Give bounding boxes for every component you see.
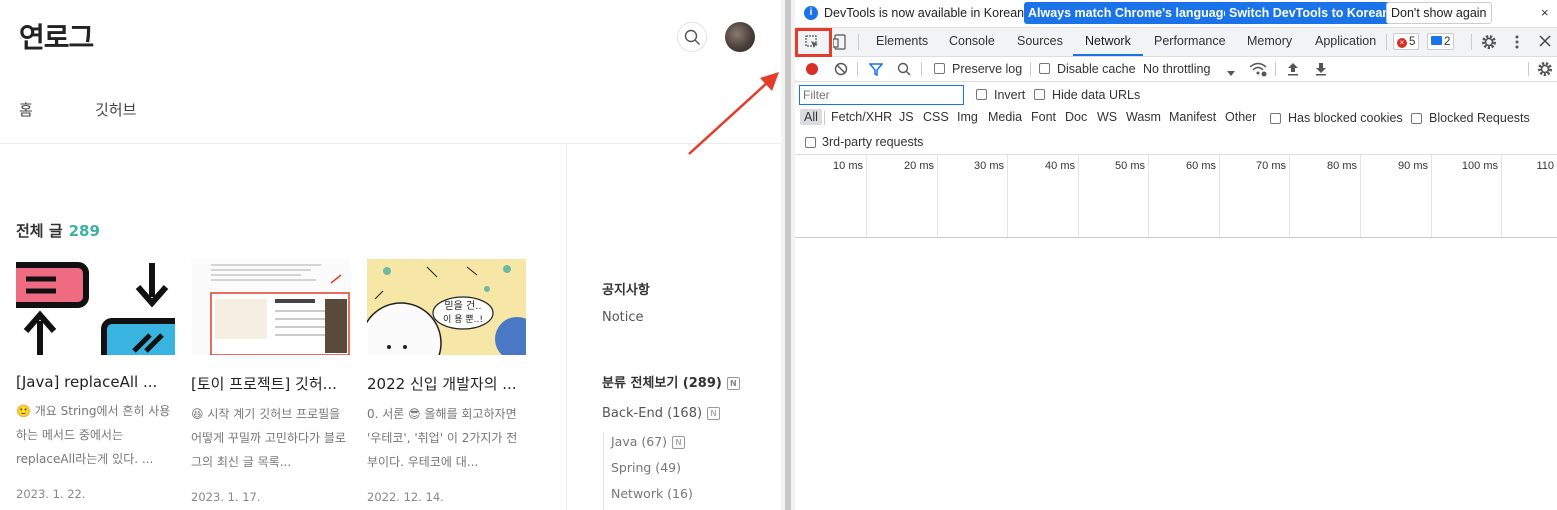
throttling-select[interactable]: No throttling	[1143, 62, 1210, 76]
timeline-tick-label: 20 ms	[904, 160, 934, 172]
devtools-splitter[interactable]	[781, 0, 795, 510]
devtools-tabbar: Elements Console Sources Network Perform…	[795, 28, 1557, 57]
timeline-gridline	[1007, 155, 1008, 237]
preserve-log-label: Preserve log	[952, 62, 1023, 76]
type-filter-ws[interactable]: WS	[1097, 110, 1117, 124]
timeline-gridline	[1289, 155, 1290, 237]
timeline-tick-label: 80 ms	[1327, 160, 1357, 172]
tab-console[interactable]: Console	[949, 34, 995, 48]
type-filter-fetch-xhr[interactable]: Fetch/XHR	[831, 110, 892, 124]
invert-checkbox[interactable]	[976, 89, 987, 100]
type-filter-doc[interactable]: Doc	[1065, 110, 1087, 124]
timeline-tick-label: 70 ms	[1256, 160, 1286, 172]
switch-language-button[interactable]: Switch DevTools to Korean	[1225, 2, 1394, 24]
timeline-tick-label: 10 ms	[833, 160, 863, 172]
dont-show-again-button[interactable]: Don't show again	[1386, 2, 1492, 24]
toolbar-separator	[1386, 34, 1387, 50]
hide-data-urls-label: Hide data URLs	[1052, 88, 1141, 102]
infobar-message: DevTools is now available in Korean!	[824, 6, 1028, 20]
timeline-gridline	[1148, 155, 1149, 237]
toolbar-separator	[1030, 62, 1031, 76]
hide-data-urls-checkbox[interactable]	[1034, 89, 1045, 100]
devtools-panel: i DevTools is now available in Korean! A…	[795, 0, 1557, 510]
timeline-tick-label: 110	[1536, 160, 1554, 172]
type-filter-wasm[interactable]: Wasm	[1126, 110, 1161, 124]
tab-performance[interactable]: Performance	[1154, 34, 1226, 48]
message-icon	[1431, 36, 1442, 45]
filter-bar: Invert Hide data URLs All Fetch/XHR JS C…	[795, 82, 1557, 155]
blog-page: 연로그 홈 깃허브 전체 글 289 [Java] replaceAll ...…	[0, 0, 781, 510]
blocked-cookies-checkbox[interactable]	[1270, 113, 1281, 124]
search-icon[interactable]	[897, 62, 911, 79]
timeline-tick-label: 40 ms	[1045, 160, 1075, 172]
timeline-gridline	[937, 155, 938, 237]
type-filter-js[interactable]: JS	[899, 110, 914, 124]
toolbar-separator	[824, 111, 825, 125]
timeline-gridline	[1078, 155, 1079, 237]
network-conditions-icon[interactable]	[1249, 61, 1267, 80]
tab-elements[interactable]: Elements	[876, 34, 928, 48]
tab-application[interactable]: Application	[1315, 34, 1376, 48]
infobar-close-icon[interactable]: ×	[1541, 5, 1549, 20]
third-party-label: 3rd-party requests	[822, 135, 924, 149]
type-filter-css[interactable]: CSS	[923, 110, 949, 124]
type-filter-manifest[interactable]: Manifest	[1169, 110, 1216, 124]
filter-icon[interactable]	[868, 62, 884, 79]
timeline-gridline	[866, 155, 867, 237]
disable-cache-checkbox[interactable]	[1039, 63, 1050, 74]
timeline-gridline	[1360, 155, 1361, 237]
timeline-tick-label: 30 ms	[974, 160, 1004, 172]
device-toolbar-icon[interactable]	[832, 34, 847, 53]
chevron-down-icon[interactable]	[1227, 66, 1235, 80]
network-overview-timeline[interactable]: 10 ms 20 ms 30 ms 40 ms 50 ms 60 ms 70 m…	[795, 155, 1557, 238]
info-icon: i	[804, 6, 818, 20]
error-icon: ×	[1397, 38, 1407, 48]
timeline-gridline	[1219, 155, 1220, 237]
blocked-requests-checkbox[interactable]	[1411, 113, 1422, 124]
language-infobar: i DevTools is now available in Korean! A…	[795, 0, 1557, 28]
toolbar-separator	[1528, 62, 1529, 76]
close-devtools-icon[interactable]	[1539, 35, 1551, 50]
annotation-arrow	[688, 72, 779, 155]
type-filter-all[interactable]: All	[800, 109, 822, 125]
invert-label: Invert	[994, 88, 1026, 102]
preserve-log-checkbox[interactable]	[934, 63, 945, 74]
clear-icon[interactable]	[834, 62, 848, 79]
toolbar-separator	[857, 62, 858, 76]
inspect-highlight-box	[795, 28, 832, 57]
toolbar-separator	[921, 62, 922, 76]
third-party-checkbox[interactable]	[805, 137, 816, 148]
timeline-gridline	[1431, 155, 1432, 237]
timeline-tick-label: 90 ms	[1398, 160, 1428, 172]
toolbar-separator	[1471, 34, 1472, 50]
timeline-tick-label: 50 ms	[1115, 160, 1145, 172]
more-options-icon[interactable]	[1514, 34, 1520, 53]
tab-memory[interactable]: Memory	[1247, 34, 1292, 48]
record-icon[interactable]	[806, 63, 818, 75]
disable-cache-label: Disable cache	[1057, 62, 1136, 76]
import-har-icon[interactable]	[1287, 62, 1299, 79]
timeline-tick-label: 60 ms	[1186, 160, 1216, 172]
type-filter-other[interactable]: Other	[1225, 110, 1256, 124]
toolbar-separator	[858, 34, 859, 50]
tab-sources[interactable]: Sources	[1017, 34, 1063, 48]
toolbar-separator	[1275, 62, 1276, 76]
timeline-tick-label: 100 ms	[1461, 160, 1498, 172]
network-settings-gear-icon[interactable]	[1537, 61, 1553, 80]
error-count-badge[interactable]: × 5	[1393, 33, 1420, 50]
filter-input[interactable]	[799, 85, 964, 105]
blocked-cookies-label: Has blocked cookies	[1288, 111, 1403, 125]
match-language-button[interactable]: Always match Chrome's language	[1024, 2, 1235, 24]
type-filter-img[interactable]: Img	[957, 110, 978, 124]
type-filter-media[interactable]: Media	[988, 110, 1022, 124]
type-filter-font[interactable]: Font	[1031, 110, 1056, 124]
blocked-requests-label: Blocked Requests	[1429, 111, 1530, 125]
settings-gear-icon[interactable]	[1481, 34, 1497, 53]
tab-network[interactable]: Network	[1085, 34, 1131, 48]
message-count-badge[interactable]: 2	[1427, 33, 1455, 50]
active-tab-indicator	[1073, 54, 1143, 56]
network-toolbar: Preserve log Disable cache No throttling	[795, 57, 1557, 82]
export-har-icon[interactable]	[1315, 62, 1327, 79]
